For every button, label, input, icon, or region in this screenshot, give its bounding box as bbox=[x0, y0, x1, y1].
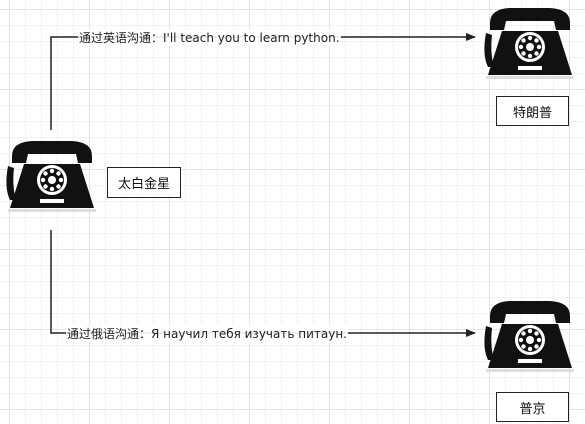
node-label-putin: 普京 bbox=[496, 392, 569, 422]
telephone-icon bbox=[480, 296, 580, 376]
edge-english-line bbox=[50, 33, 476, 130]
node-label-trump: 特朗普 bbox=[496, 96, 569, 126]
node-label-source: 太白金星 bbox=[107, 167, 181, 198]
edge-russian-line bbox=[50, 230, 476, 337]
telephone-icon bbox=[2, 136, 102, 216]
edge-label-english: 通过英语沟通：I'll teach you to learn python. bbox=[78, 29, 341, 46]
edge-label-russian: 通过俄语沟通：Я научил тебя изучать питаун. bbox=[66, 325, 348, 342]
telephone-icon bbox=[480, 3, 580, 83]
